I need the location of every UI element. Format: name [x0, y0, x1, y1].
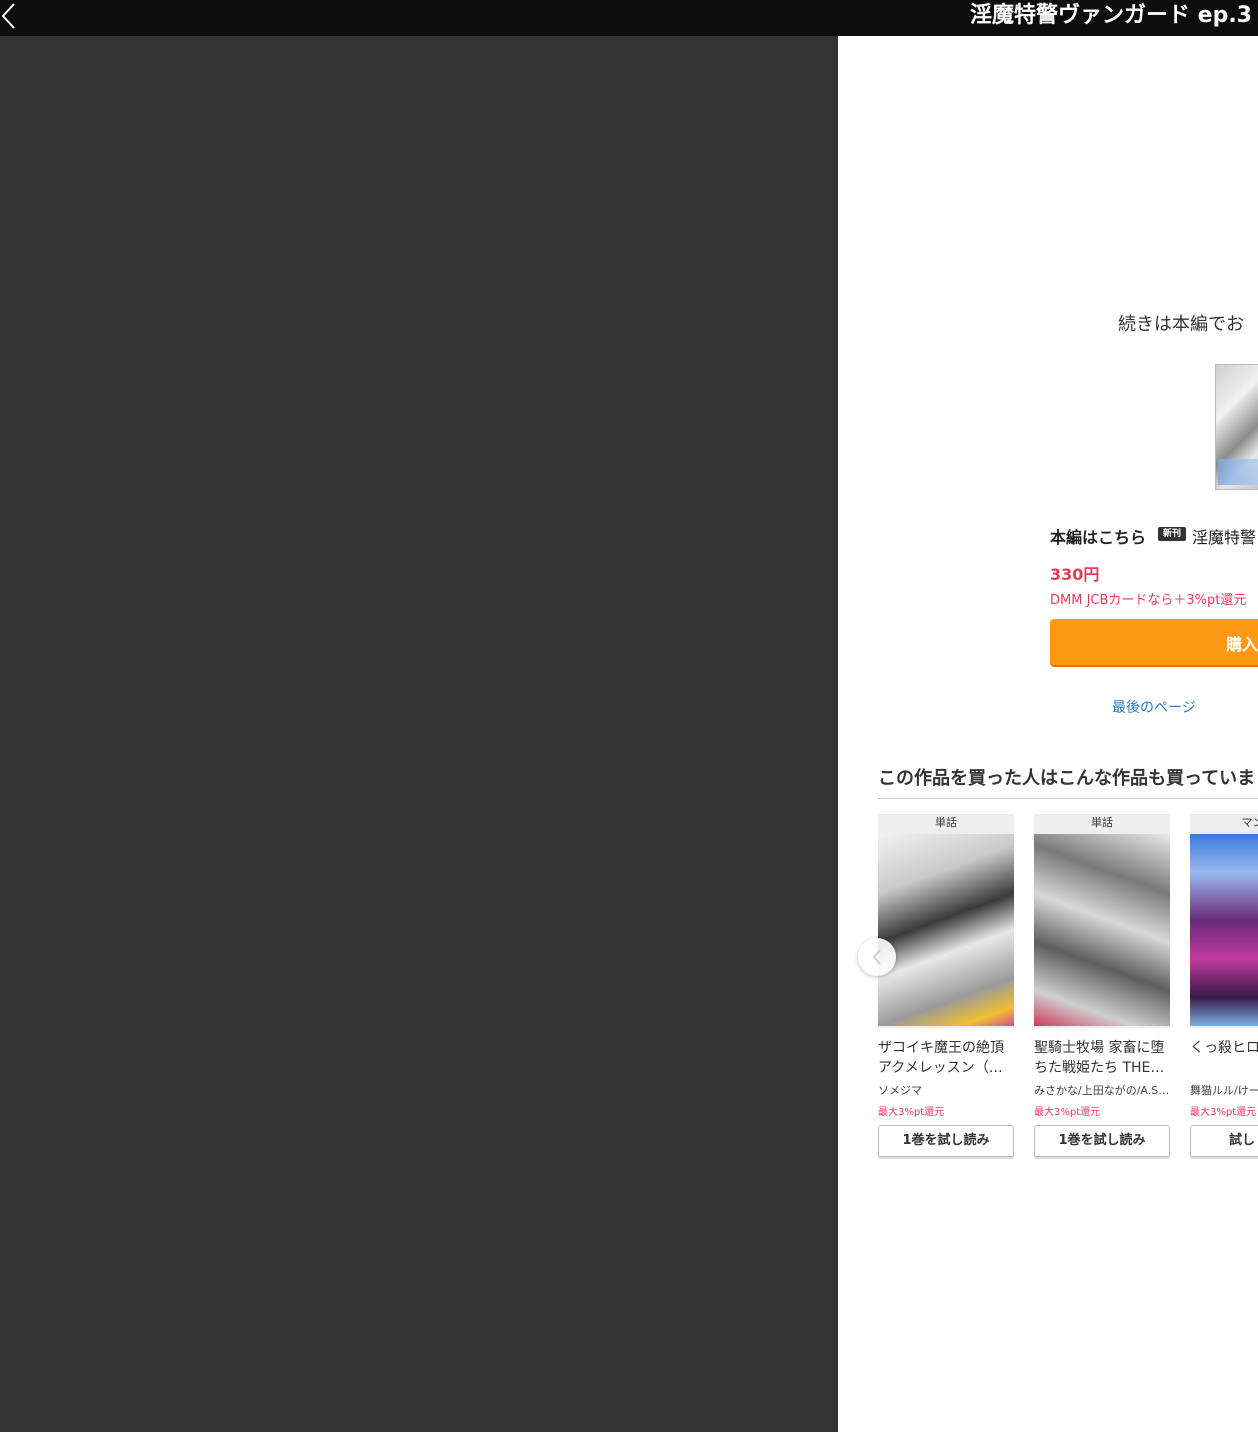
card-title[interactable]: ザコイキ魔王の絶頂アクメレッスン（… [878, 1038, 1014, 1078]
last-page-link[interactable]: 最後のページ [1112, 697, 1196, 717]
trial-read-button[interactable]: 1巻を試し読み [878, 1125, 1014, 1157]
divider [878, 798, 1258, 799]
card-kind-label: 単話 [878, 814, 1014, 832]
trial-read-button[interactable]: 試し [1190, 1125, 1258, 1157]
continue-message: 続きは本編でお [1118, 314, 1244, 335]
price: 330円 [1050, 565, 1100, 584]
card-title[interactable]: 聖騎士牧場 家畜に堕ちた戦姫たち THE… [1034, 1038, 1170, 1078]
main-edition-label: 本編はこちら [1050, 528, 1147, 547]
cover-image [1034, 834, 1170, 1026]
book-cover-thumbnail[interactable] [1215, 364, 1258, 490]
recommendation-card[interactable]: マンガ くっ殺ヒロ 舞猫ルル/けー 最大3%pt還元 試し [1190, 814, 1258, 1157]
recommendations-heading: この作品を買った人はこんな作品も買っていま [878, 768, 1256, 789]
top-bar: 淫魔特警ヴァンガード ep.3 [0, 0, 1258, 36]
new-release-badge: 新刊 [1158, 527, 1186, 541]
carousel-prev-button[interactable] [858, 938, 896, 976]
cover-image [1190, 834, 1258, 1026]
buy-button-label: 購入 [1226, 635, 1258, 654]
viewer-page-area[interactable] [0, 36, 838, 1432]
trial-read-button[interactable]: 1巻を試し読み [1034, 1125, 1170, 1157]
cover-banner [1218, 459, 1258, 485]
main-edition-title[interactable]: 淫魔特警 [1192, 524, 1256, 548]
card-reward: 最大3%pt還元 [878, 1107, 945, 1118]
back-button[interactable] [0, 0, 26, 32]
card-author[interactable]: みさかな/上田ながの/A.S… [1034, 1082, 1170, 1098]
end-page-panel: 続きは本編でお 本編はこちら 新刊 淫魔特警 330円 DMM JCBカードなら… [838, 36, 1258, 1432]
card-author[interactable]: 舞猫ルル/けー [1190, 1082, 1258, 1098]
card-cover[interactable]: マンガ [1190, 814, 1258, 1028]
card-kind-label: 単話 [1034, 814, 1170, 832]
card-reward: 最大3%pt還元 [1034, 1107, 1101, 1118]
card-kind-label: マンガ [1190, 814, 1258, 832]
card-reward-note: DMM JCBカードなら＋3%pt還元 [1050, 593, 1247, 608]
book-title: 淫魔特警ヴァンガード ep.3 [970, 3, 1252, 28]
chevron-left-icon [1, 3, 15, 29]
card-cover[interactable]: 単話 [878, 814, 1014, 1028]
cover-image [878, 834, 1014, 1026]
recommendation-card[interactable]: 単話 ザコイキ魔王の絶頂アクメレッスン（… ソメジマ 最大3%pt還元 1巻を試… [878, 814, 1014, 1157]
card-reward: 最大3%pt還元 [1190, 1107, 1257, 1118]
card-title[interactable]: くっ殺ヒロ [1190, 1038, 1258, 1078]
card-cover[interactable]: 単話 [1034, 814, 1170, 1028]
recommendation-card[interactable]: 単話 聖騎士牧場 家畜に堕ちた戦姫たち THE… みさかな/上田ながの/A.S…… [1034, 814, 1170, 1157]
card-author[interactable]: ソメジマ [878, 1082, 1014, 1098]
buy-button[interactable]: 購入 [1050, 619, 1258, 665]
chevron-left-icon [872, 949, 881, 965]
